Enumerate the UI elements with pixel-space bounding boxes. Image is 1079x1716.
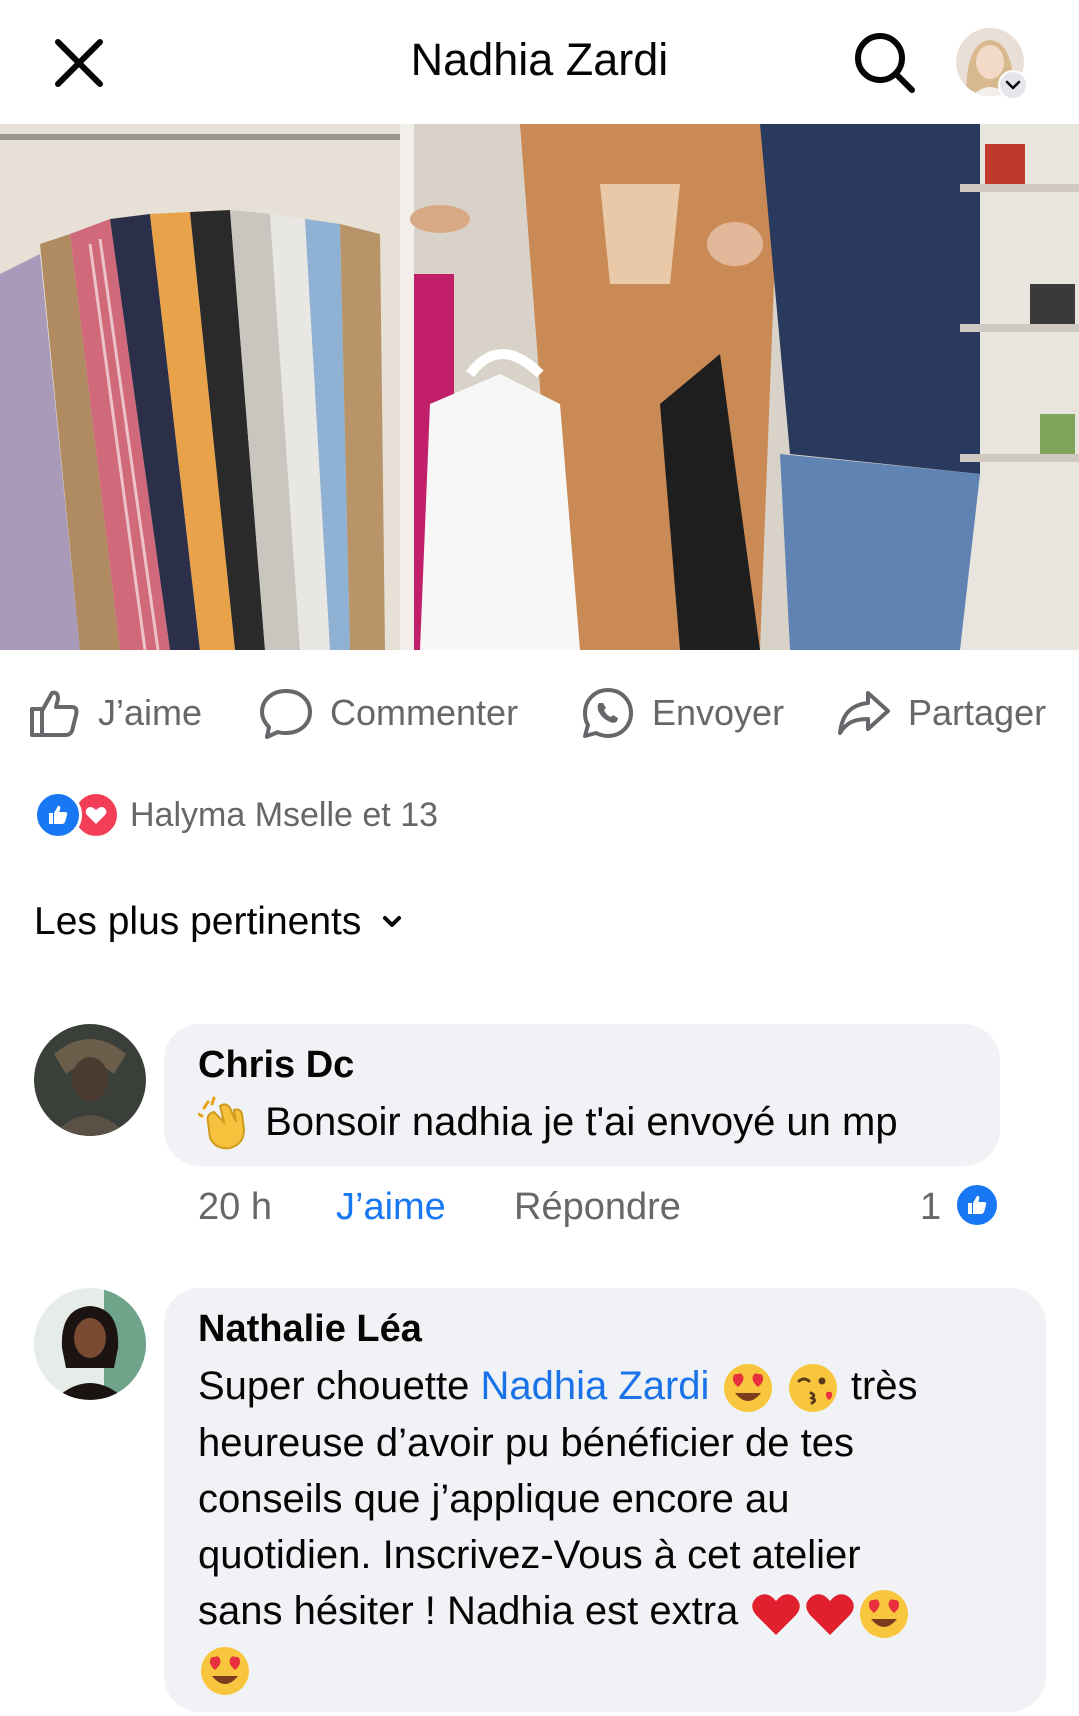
clapping-hands-icon bbox=[198, 1096, 246, 1150]
sort-label: Les plus pertinents bbox=[34, 900, 362, 943]
red-heart-emoji-icon bbox=[752, 1594, 801, 1635]
like-reaction-icon bbox=[34, 791, 82, 839]
heart-eyes-emoji-icon bbox=[723, 1364, 772, 1413]
like-button[interactable]: J’aime bbox=[26, 680, 202, 746]
comment-sort-dropdown[interactable]: Les plus pertinents bbox=[34, 900, 405, 944]
whatsapp-icon bbox=[583, 688, 633, 738]
comment-line: quotidien. Inscrivez-Vous à cet atelier bbox=[198, 1533, 861, 1578]
comment-author[interactable]: Chris Dc bbox=[198, 1044, 354, 1087]
comment-like-count: 1 bbox=[920, 1186, 942, 1228]
heart-eyes-emoji-icon bbox=[201, 1647, 249, 1696]
kissing-wink-emoji-icon bbox=[788, 1364, 837, 1413]
top-bar: Nadhia Zardi bbox=[0, 0, 1079, 124]
post-photo[interactable] bbox=[0, 124, 1079, 650]
thumbs-up-icon bbox=[30, 690, 79, 737]
send-button[interactable]: Envoyer bbox=[580, 680, 784, 746]
comment-label: Commenter bbox=[330, 692, 519, 733]
comment-author[interactable]: Nathalie Léa bbox=[198, 1308, 422, 1351]
comment-button[interactable]: Commenter bbox=[258, 680, 518, 746]
share-icon bbox=[838, 691, 890, 735]
red-heart-emoji-icon bbox=[806, 1594, 855, 1635]
reactions-summary[interactable]: Halyma Mselle et 13 bbox=[34, 790, 438, 840]
comment-text: Bonsoir nadhia je t'ai envoyé un mp bbox=[198, 1094, 898, 1152]
comment-line: heureuse d’avoir pu bénéficier de tes bbox=[198, 1421, 854, 1466]
comment-icon bbox=[260, 689, 312, 739]
send-label: Envoyer bbox=[652, 692, 785, 733]
comment-text-part: très bbox=[850, 1364, 918, 1408]
search-icon[interactable] bbox=[852, 30, 918, 96]
comment-line: sans hésiter ! Nadhia est extra bbox=[198, 1589, 739, 1634]
like-reaction-icon[interactable] bbox=[954, 1182, 1000, 1228]
post-actions-bar: J’aime Commenter Envoyer Partager bbox=[0, 680, 1079, 746]
comment-text-body: Bonsoir nadhia je t'ai envoyé un mp bbox=[265, 1100, 898, 1144]
share-button[interactable]: Partager bbox=[836, 680, 1046, 746]
mention-link[interactable]: Nadhia Zardi bbox=[480, 1364, 709, 1408]
comment-reply-button[interactable]: Répondre bbox=[514, 1186, 681, 1229]
like-label: J’aime bbox=[98, 692, 203, 733]
heart-eyes-emoji-icon bbox=[860, 1589, 909, 1638]
comment-like-button[interactable]: J’aime bbox=[336, 1186, 446, 1229]
chevron-down-icon[interactable] bbox=[998, 70, 1028, 100]
comment-time: 20 h bbox=[198, 1186, 272, 1228]
chevron-down-icon bbox=[383, 916, 402, 927]
avatar[interactable] bbox=[34, 1024, 146, 1136]
reactions-text: Halyma Mselle et 13 bbox=[130, 795, 439, 834]
comment-text-part: Super chouette bbox=[198, 1364, 470, 1408]
comment-text: Super chouette Nadhia Zardi très heureus… bbox=[198, 1358, 1018, 1698]
comment-line: conseils que j’applique encore au bbox=[198, 1477, 790, 1522]
share-label: Partager bbox=[908, 692, 1047, 733]
avatar[interactable] bbox=[34, 1288, 146, 1400]
